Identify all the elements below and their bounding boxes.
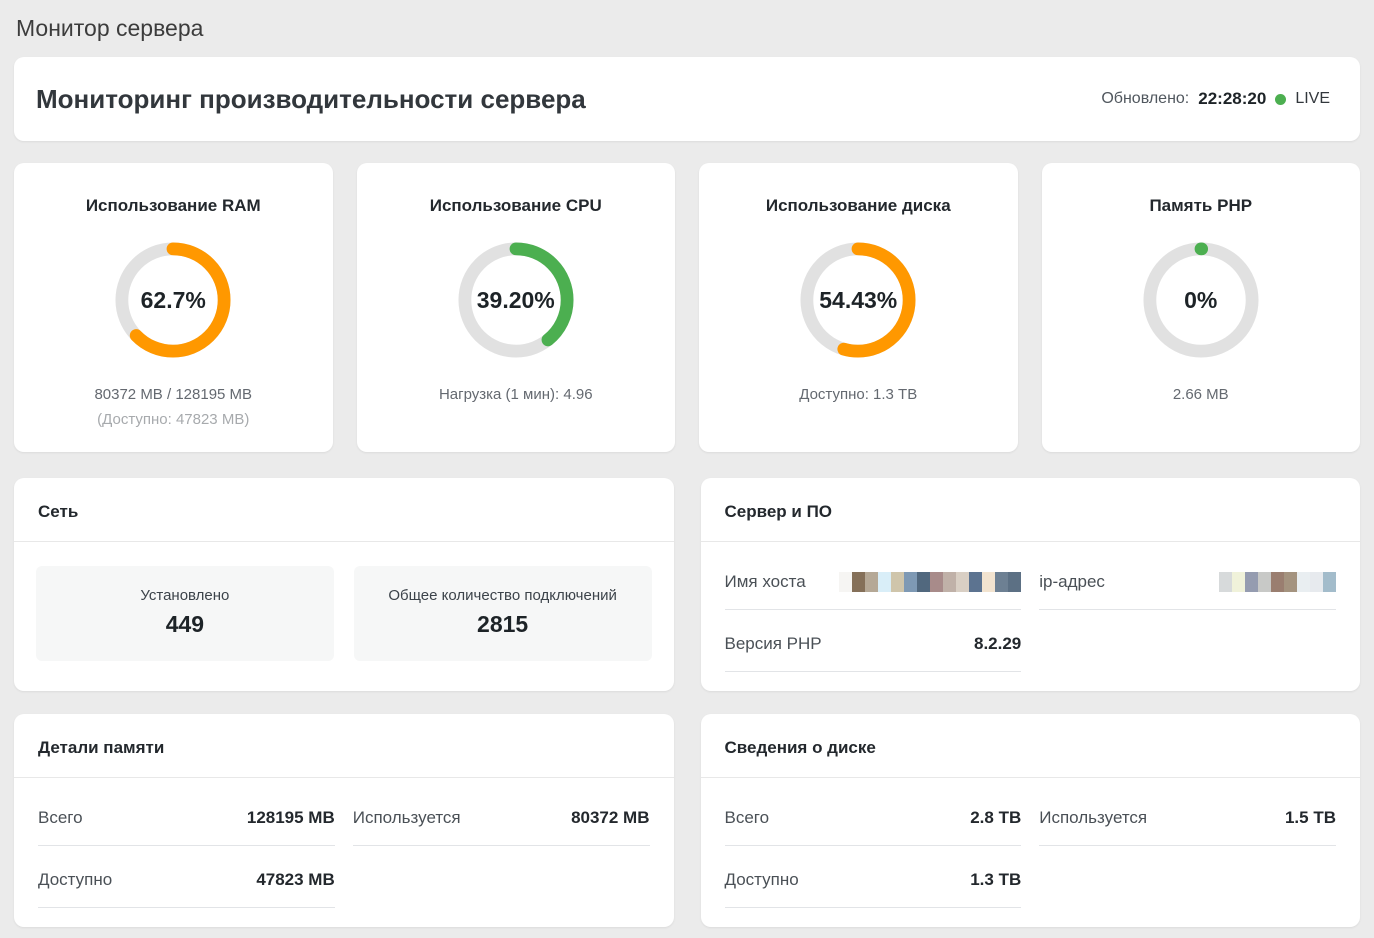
total-connections-stat: Общее количество подключений 2815 — [354, 566, 652, 661]
memory-panel-title: Детали памяти — [14, 714, 674, 778]
php-version-label: Версия PHP — [725, 634, 822, 654]
row-label: Доступно — [38, 870, 112, 890]
disk-used-row: Используется 1.5 TB — [1039, 784, 1336, 846]
ip-address-row: ip-адрес — [1039, 548, 1336, 610]
ram-gauge-value: 62.7% — [114, 241, 232, 359]
row-label: Всего — [725, 808, 770, 828]
updated-label: Обновлено: — [1101, 90, 1189, 108]
memory-details-panel: Детали памяти Всего 128195 MB Использует… — [14, 714, 674, 927]
row-label: Доступно — [725, 870, 799, 890]
live-label: LIVE — [1295, 90, 1330, 108]
cpu-usage-card: Использование CPU 39.20% Нагрузка (1 мин… — [357, 163, 676, 452]
memory-available-row: Доступно 47823 MB — [38, 846, 335, 908]
gauge-cards-row: Использование RAM 62.7% 80372 MB / 12819… — [14, 163, 1360, 452]
ip-redacted-value — [1219, 572, 1336, 592]
row-value: 1.5 TB — [1285, 808, 1336, 828]
bottom-panels-row: Детали памяти Всего 128195 MB Использует… — [14, 714, 1360, 927]
network-panel-title: Сеть — [14, 478, 674, 542]
row-label: Используется — [353, 808, 461, 828]
live-indicator-icon — [1275, 94, 1286, 105]
php-card-title: Память PHP — [1149, 196, 1252, 216]
stat-label: Общее количество подключений — [364, 587, 642, 604]
php-version-row: Версия PHP 8.2.29 — [725, 610, 1022, 672]
empty-cell — [1039, 610, 1336, 672]
network-panel: Сеть Установлено 449 Общее количество по… — [14, 478, 674, 691]
ram-card-title: Использование RAM — [86, 196, 261, 216]
memory-used-row: Используется 80372 MB — [353, 784, 650, 846]
disk-info-rows: Всего 2.8 TB Используется 1.5 TB Доступн… — [701, 778, 1361, 916]
php-memory-gauge: 0% — [1142, 241, 1260, 359]
hostname-label: Имя хоста — [725, 572, 806, 592]
hostname-redacted-value — [839, 572, 1021, 592]
dashboard-header-card: Мониторинг производительности сервера Об… — [14, 57, 1360, 141]
disk-gauge-value: 54.43% — [799, 241, 917, 359]
disk-gauge-subtext: Доступно: 1.3 TB — [799, 386, 917, 403]
ram-usage-card: Использование RAM 62.7% 80372 MB / 12819… — [14, 163, 333, 452]
php-version-value: 8.2.29 — [974, 634, 1021, 654]
established-connections-stat: Установлено 449 — [36, 566, 334, 661]
row-label: Используется — [1039, 808, 1147, 828]
server-info-rows: Имя хоста ip-адрес Версия PHP 8.2.29 — [701, 542, 1361, 680]
middle-panels-row: Сеть Установлено 449 Общее количество по… — [14, 478, 1360, 691]
row-value: 1.3 TB — [970, 870, 1021, 890]
php-gauge-subtext: 2.66 MB — [1173, 386, 1229, 403]
network-stats: Установлено 449 Общее количество подключ… — [14, 542, 674, 685]
disk-card-title: Использование диска — [766, 196, 951, 216]
server-panel-title: Сервер и ПО — [701, 478, 1361, 542]
memory-total-row: Всего 128195 MB — [38, 784, 335, 846]
row-value: 80372 MB — [571, 808, 649, 828]
disk-gauge: 54.43% — [799, 241, 917, 359]
cpu-gauge: 39.20% — [457, 241, 575, 359]
updated-time: 22:28:20 — [1198, 89, 1266, 109]
row-value: 128195 MB — [247, 808, 335, 828]
disk-details-panel: Сведения о диске Всего 2.8 TB Использует… — [701, 714, 1361, 927]
cpu-card-title: Использование CPU — [430, 196, 602, 216]
row-label: Всего — [38, 808, 83, 828]
ram-gauge: 62.7% — [114, 241, 232, 359]
dashboard-title: Мониторинг производительности сервера — [36, 84, 586, 115]
php-memory-card: Память PHP 0% 2.66 MB — [1042, 163, 1361, 452]
disk-available-row: Доступно 1.3 TB — [725, 846, 1022, 908]
row-value: 47823 MB — [256, 870, 334, 890]
disk-usage-card: Использование диска 54.43% Доступно: 1.3… — [699, 163, 1018, 452]
cpu-gauge-subtext: Нагрузка (1 мин): 4.96 — [439, 386, 593, 403]
disk-panel-title: Сведения о диске — [701, 714, 1361, 778]
ram-gauge-subtext: 80372 MB / 128195 MB — [94, 386, 252, 403]
ram-gauge-subtext-2: (Доступно: 47823 MB) — [97, 411, 249, 428]
php-gauge-value: 0% — [1142, 241, 1260, 359]
empty-cell — [353, 846, 650, 908]
server-software-panel: Сервер и ПО Имя хоста ip-адрес Версия PH… — [701, 478, 1361, 691]
updated-status: Обновлено: 22:28:20 LIVE — [1101, 89, 1330, 109]
stat-label: Установлено — [46, 587, 324, 604]
empty-cell — [1039, 846, 1336, 908]
page-title: Монитор сервера — [14, 0, 1360, 57]
memory-info-rows: Всего 128195 MB Используется 80372 MB До… — [14, 778, 674, 916]
stat-value: 2815 — [364, 611, 642, 638]
hostname-row: Имя хоста — [725, 548, 1022, 610]
dashboard-page: Монитор сервера Мониторинг производитель… — [0, 0, 1374, 927]
row-value: 2.8 TB — [970, 808, 1021, 828]
ip-address-label: ip-адрес — [1039, 572, 1105, 592]
cpu-gauge-value: 39.20% — [457, 241, 575, 359]
disk-total-row: Всего 2.8 TB — [725, 784, 1022, 846]
stat-value: 449 — [46, 611, 324, 638]
